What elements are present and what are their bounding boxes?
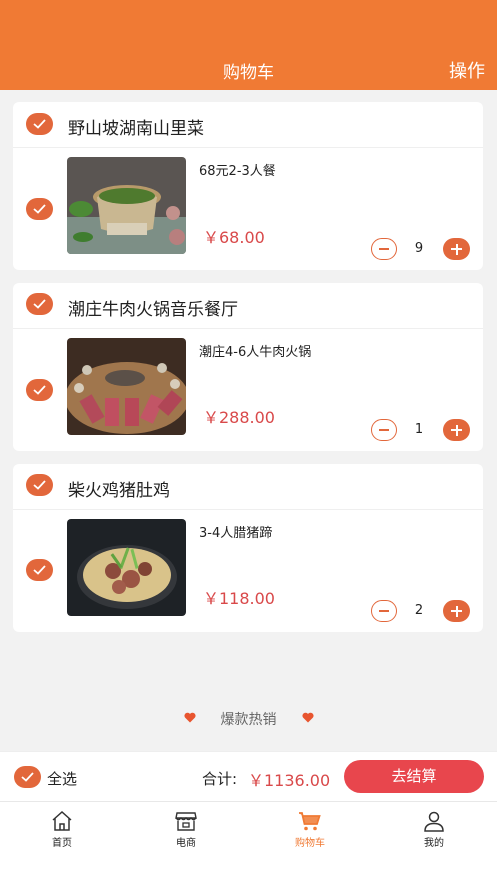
decrease-quantity-button[interactable] (371, 238, 397, 260)
total-label: 合计: (202, 770, 238, 788)
item-thumbnail[interactable] (67, 157, 186, 254)
select-all-label[interactable]: 全选 (47, 768, 77, 789)
item-thumbnail[interactable] (67, 338, 186, 435)
quantity-value: 9 (414, 241, 424, 256)
hot-sales-title: 爆款热销 (220, 712, 277, 728)
top-bar: 购物车 操作 (0, 0, 497, 90)
tab-label: 购物车 (295, 838, 325, 849)
checkout-button[interactable]: 去结算 (344, 760, 484, 793)
heart-icon (302, 712, 314, 723)
item-price: ￥118.00 (203, 589, 275, 608)
total-value: ￥1136.00 (248, 771, 331, 790)
tab-profile[interactable]: 我的 (404, 810, 464, 849)
item-name[interactable]: 3-4人腊猪蹄 (199, 522, 272, 541)
item-name[interactable]: 潮庄4-6人牛肉火锅 (199, 341, 311, 360)
store-icon (175, 812, 197, 831)
item-check-icon[interactable] (26, 198, 53, 220)
item-check-icon[interactable] (26, 559, 53, 581)
shop-name[interactable]: 潮庄牛肉火锅音乐餐厅 (68, 295, 238, 320)
item-check-icon[interactable] (26, 379, 53, 401)
shop-check-icon[interactable] (26, 474, 53, 496)
tab-label: 我的 (424, 838, 444, 849)
checkout-bar: 全选 合计: ￥1136.00 去结算 (0, 751, 497, 801)
home-icon (52, 810, 72, 831)
increase-quantity-button[interactable] (443, 419, 470, 441)
shop-name[interactable]: 野山坡湖南山里菜 (68, 114, 204, 139)
shop-check-icon[interactable] (26, 113, 53, 135)
cart-shop-card: 柴火鸡猪肚鸡 3-4人腊猪蹄 ￥118.00 2 (13, 464, 483, 632)
user-icon (424, 811, 444, 832)
bottom-tab-bar: 首页 电商 购物车 我的 (0, 801, 497, 883)
tab-cart[interactable]: 购物车 (280, 810, 340, 849)
divider (13, 509, 483, 510)
shop-check-icon[interactable] (26, 293, 53, 315)
tab-label: 电商 (176, 838, 196, 849)
cart-shop-card: 野山坡湖南山里菜 68元2-3人餐 ￥68.00 9 (13, 102, 483, 270)
item-thumbnail[interactable] (67, 519, 186, 616)
page-title: 购物车 (223, 63, 274, 83)
divider (13, 147, 483, 148)
quantity-value: 2 (414, 603, 424, 618)
increase-quantity-button[interactable] (443, 600, 470, 622)
shop-name[interactable]: 柴火鸡猪肚鸡 (68, 476, 170, 501)
select-all-check-icon[interactable] (14, 766, 41, 788)
tab-store[interactable]: 电商 (156, 810, 216, 849)
tab-home[interactable]: 首页 (32, 810, 92, 849)
item-price: ￥288.00 (203, 408, 275, 427)
decrease-quantity-button[interactable] (371, 419, 397, 441)
divider (13, 328, 483, 329)
decrease-quantity-button[interactable] (371, 600, 397, 622)
cart-icon (299, 812, 321, 831)
tab-label: 首页 (52, 838, 72, 849)
item-price: ￥68.00 (203, 228, 265, 247)
increase-quantity-button[interactable] (443, 238, 470, 260)
quantity-value: 1 (414, 422, 424, 437)
cart-shop-card: 潮庄牛肉火锅音乐餐厅 潮庄4-6人牛肉火锅 ￥288.00 1 (13, 283, 483, 451)
edit-action-button[interactable]: 操作 (449, 57, 485, 83)
item-name[interactable]: 68元2-3人餐 (199, 160, 276, 179)
